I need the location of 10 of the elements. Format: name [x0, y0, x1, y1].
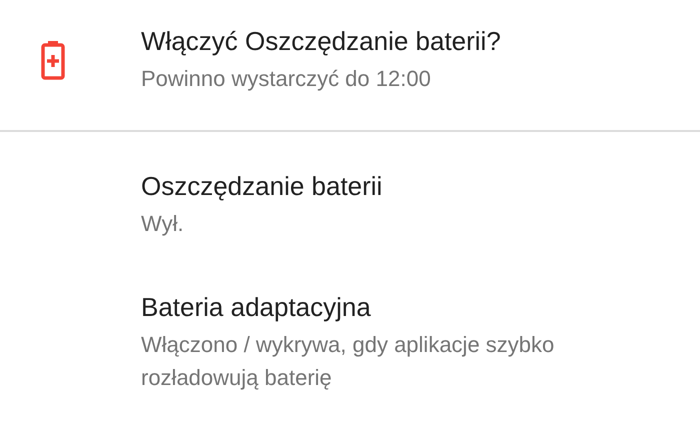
battery-plus-icon [40, 40, 66, 80]
settings-item[interactable]: Oszczędzanie baterii Wył. [0, 132, 700, 240]
setting-summary: Wył. [141, 210, 184, 238]
suggestion-item[interactable]: Włączyć Oszczędzanie baterii? Powinno wystarczyć do 12:00 [0, 0, 700, 130]
suggestion-subtitle: Powinno wystarczyć do 12:00 [141, 65, 431, 93]
setting-summary: Włączono / wykrywa, gdy aplikacje szybko rozładowują baterię [141, 331, 556, 392]
setting-title: Bateria adaptacyjna [141, 291, 371, 324]
setting-title: Oszczędzanie baterii [141, 170, 382, 203]
suggestion-title: Włączyć Oszczędzanie baterii? [141, 25, 501, 58]
settings-item[interactable]: Bateria adaptacyjna Włączono / wykrywa, gdy aplikacje szybko rozładowują baterię [0, 240, 700, 394]
